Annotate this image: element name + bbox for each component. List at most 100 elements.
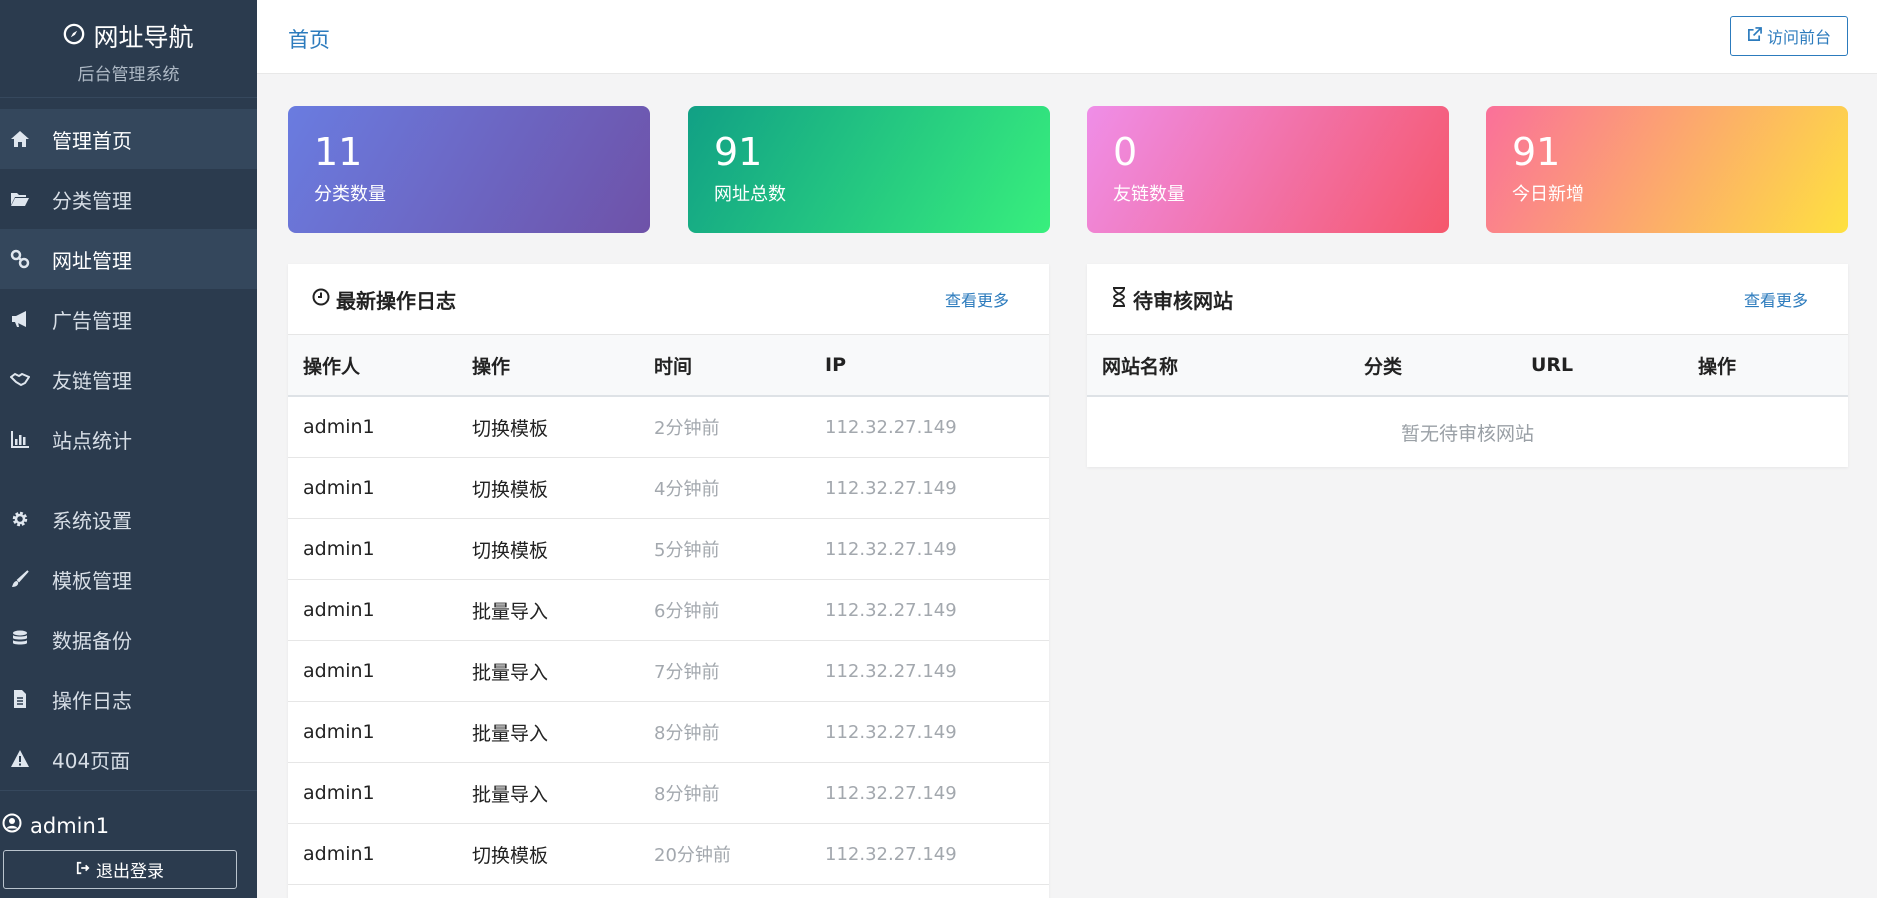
- stat-label: 友链数量: [1113, 184, 1185, 205]
- visit-frontend-button[interactable]: 访问前台: [1730, 16, 1848, 56]
- sidebar-item-stats[interactable]: 站点统计: [0, 409, 257, 469]
- link-icon: [0, 249, 52, 269]
- sidebar-item-404[interactable]: 404页面: [0, 729, 257, 789]
- sidebar-item-ads[interactable]: 广告管理: [0, 289, 257, 349]
- sidebar: 网址导航 后台管理系统 管理首页 分类管理 网址管理 广告管理 友链管理 站点统…: [0, 0, 257, 898]
- column-header: URL: [1531, 354, 1574, 376]
- log-action: 批量导入: [472, 600, 549, 623]
- user-info: admin1: [0, 791, 257, 838]
- log-ip: 112.32.27.149: [825, 538, 957, 560]
- gear-icon: [0, 509, 52, 529]
- table-row: admin1 切换模板 5分钟前 112.32.27.149: [288, 519, 1049, 580]
- view-more-link[interactable]: 查看更多: [945, 287, 1009, 311]
- log-time: 4分钟前: [654, 479, 720, 500]
- sidebar-item-dashboard[interactable]: 管理首页: [0, 109, 257, 169]
- log-time: 8分钟前: [654, 784, 720, 805]
- breadcrumb[interactable]: 首页: [288, 24, 330, 54]
- visit-frontend-label: 访问前台: [1766, 28, 1831, 47]
- sidebar-item-label: 广告管理: [52, 308, 132, 333]
- sidebar-item-label: 数据备份: [52, 628, 132, 653]
- sidebar-item-templates[interactable]: 模板管理: [0, 549, 257, 609]
- table-row: admin1 批量导入 8分钟前 112.32.27.149: [288, 702, 1049, 763]
- view-more-link[interactable]: 查看更多: [1744, 287, 1808, 311]
- log-operator: admin1: [303, 782, 375, 804]
- table-row: admin1 批量导入 6分钟前 112.32.27.149: [288, 580, 1049, 641]
- home-icon: [0, 129, 52, 149]
- log-time: 5分钟前: [654, 540, 720, 561]
- log-ip: 112.32.27.149: [825, 843, 957, 865]
- table-header: 操作人 操作 时间 IP: [288, 335, 1049, 397]
- table-row: admin1 切换模板 20分钟前 112.32.27.149: [288, 824, 1049, 885]
- sidebar-item-label: 友链管理: [52, 368, 132, 393]
- sidebar-item-settings[interactable]: 系统设置: [0, 489, 257, 549]
- brush-icon: [0, 569, 52, 589]
- sidebar-item-logs[interactable]: 操作日志: [0, 669, 257, 729]
- table-row: admin1 批量导入 8分钟前 112.32.27.149: [288, 763, 1049, 824]
- brand-title-row: 网址导航: [0, 18, 257, 54]
- log-ip: 112.32.27.149: [825, 782, 957, 804]
- table-row: admin1 切换模板 4分钟前 112.32.27.149: [288, 458, 1049, 519]
- column-header: IP: [825, 354, 846, 376]
- log-time: 7分钟前: [654, 662, 720, 683]
- log-ip: 112.32.27.149: [825, 599, 957, 621]
- brand-title: 网址导航: [93, 23, 194, 52]
- handshake-icon: [0, 369, 52, 389]
- stat-value: 91: [714, 130, 763, 174]
- stat-label: 网址总数: [714, 184, 786, 205]
- log-action: 批量导入: [472, 783, 549, 806]
- empty-state: 暂无待审核网站: [1400, 422, 1534, 445]
- log-operator: admin1: [303, 477, 375, 499]
- log-action: 切换模板: [472, 844, 549, 867]
- column-header: 分类: [1364, 355, 1403, 378]
- topbar: 首页 访问前台: [257, 0, 1877, 74]
- pending-sites-panel: 待审核网站 查看更多 网站名称 分类 URL 操作 暂无待审核网站: [1087, 264, 1848, 467]
- table-row: admin1 切换模板 2分钟前 112.32.27.149: [288, 397, 1049, 458]
- table-header: 网站名称 分类 URL 操作: [1087, 335, 1848, 397]
- log-ip: 112.32.27.149: [825, 721, 957, 743]
- log-action: 批量导入: [472, 722, 549, 745]
- stat-card-links: 91 网址总数: [688, 106, 1050, 233]
- sidebar-item-label: 404页面: [52, 748, 131, 773]
- log-operator: admin1: [303, 843, 375, 865]
- log-ip: 112.32.27.149: [825, 477, 957, 499]
- file-text-icon: [0, 689, 52, 709]
- panel-header: 最新操作日志 查看更多: [288, 264, 1049, 335]
- warning-icon: [0, 749, 52, 769]
- sidebar-item-label: 站点统计: [52, 428, 132, 453]
- logout-label: 退出登录: [96, 862, 164, 882]
- user-circle-icon: [2, 813, 22, 838]
- sidebar-item-categories[interactable]: 分类管理: [0, 169, 257, 229]
- sign-out-icon: [76, 860, 90, 880]
- log-operator: admin1: [303, 599, 375, 621]
- sidebar-item-friendlinks[interactable]: 友链管理: [0, 349, 257, 409]
- sidebar-item-label: 管理首页: [52, 128, 132, 153]
- table-body: admin1 切换模板 2分钟前 112.32.27.149 admin1 切换模板 4分钟…: [288, 397, 1049, 885]
- stat-value: 0: [1113, 130, 1138, 174]
- column-header: 网站名称: [1102, 355, 1179, 378]
- bullhorn-icon: [0, 309, 52, 329]
- sidebar-item-links[interactable]: 网址管理: [0, 229, 257, 289]
- log-action: 切换模板: [472, 539, 549, 562]
- stat-card-friendlinks: 0 友链数量: [1087, 106, 1449, 233]
- panel-title: 最新操作日志: [336, 288, 456, 313]
- panel-title: 待审核网站: [1133, 288, 1233, 313]
- stat-card-categories: 11 分类数量: [288, 106, 650, 233]
- log-time: 6分钟前: [654, 601, 720, 622]
- column-header: 操作人: [303, 355, 361, 378]
- database-icon: [0, 629, 52, 649]
- log-operator: admin1: [303, 416, 375, 438]
- username: admin1: [30, 813, 110, 838]
- panel-header: 待审核网站 查看更多: [1087, 264, 1848, 335]
- sidebar-item-backup[interactable]: 数据备份: [0, 609, 257, 669]
- compass-icon: [63, 22, 85, 51]
- clock-icon: [312, 287, 330, 311]
- user-area: admin1 退出登录: [0, 790, 257, 898]
- column-header: 时间: [654, 355, 693, 378]
- sidebar-item-label: 网址管理: [52, 248, 132, 273]
- log-operator: admin1: [303, 538, 375, 560]
- logout-button[interactable]: 退出登录: [3, 850, 237, 889]
- log-action: 切换模板: [472, 417, 549, 440]
- bar-chart-icon: [0, 429, 52, 449]
- sidebar-item-label: 分类管理: [52, 188, 132, 213]
